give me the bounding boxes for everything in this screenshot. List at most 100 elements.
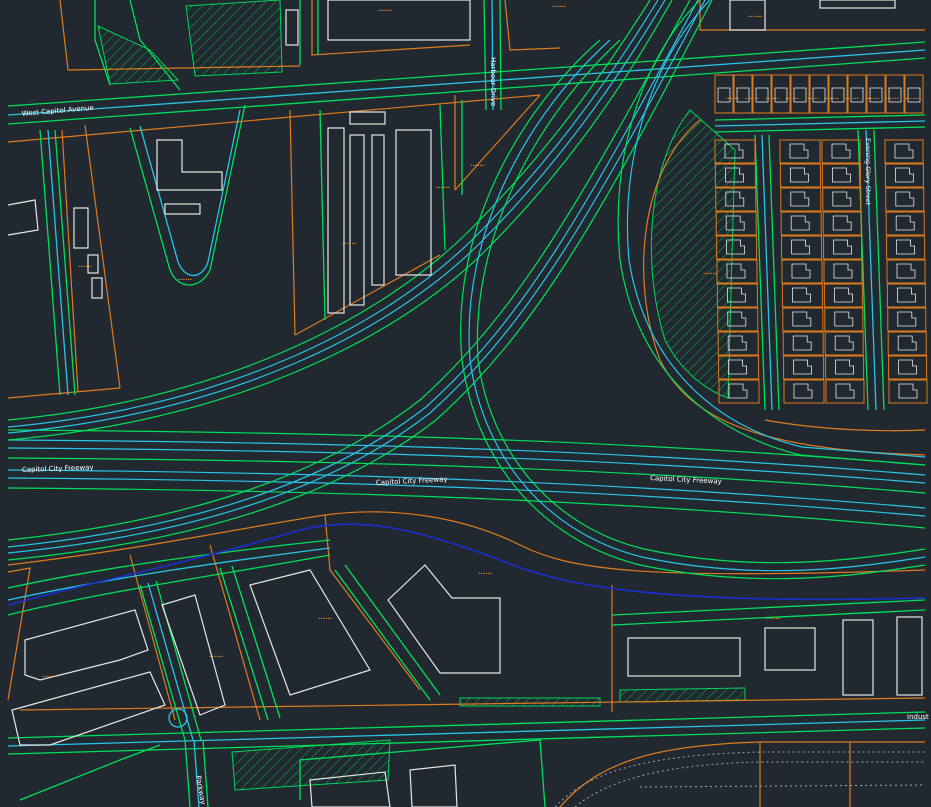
parcel-tag: ••••••	[478, 571, 492, 576]
freeway-edge-south	[7, 487, 926, 529]
building-sw-1	[24, 609, 149, 681]
building-s-3	[387, 564, 501, 674]
building-se-3	[842, 619, 874, 696]
res-lot	[825, 355, 865, 380]
house	[895, 167, 914, 183]
parcel-tag: ••••••	[885, 96, 899, 101]
house	[898, 383, 918, 399]
parcel-tag: ••••••	[825, 96, 839, 101]
freeway-layer	[7, 0, 926, 580]
res-lot	[783, 355, 825, 380]
house	[833, 239, 852, 255]
open-space-south-strip-2	[619, 687, 746, 703]
house	[834, 335, 854, 351]
parcel-tag: ••••••	[865, 96, 879, 101]
house	[792, 311, 812, 327]
parcel-tag: ••••••	[42, 674, 56, 679]
parcel-tag: ••••••	[342, 241, 356, 246]
res-lot	[779, 163, 821, 188]
house	[895, 191, 915, 207]
nw-driveway-edge-2	[439, 104, 446, 251]
parcel-line-north-5	[289, 109, 296, 336]
house	[793, 383, 813, 399]
nw-street-edge-1	[39, 129, 61, 396]
residential-lots-layer	[714, 74, 928, 404]
rail-track-3	[639, 784, 926, 788]
parcel-tag: ••••••	[378, 8, 392, 13]
building-nw-3	[73, 207, 89, 249]
parcel-tag: ••••••	[436, 185, 450, 190]
building-nw-1	[156, 139, 223, 191]
res-lot	[781, 235, 823, 260]
house	[896, 263, 916, 279]
parcel-line-north-4	[7, 387, 121, 399]
house	[832, 215, 852, 231]
res-lot	[783, 379, 825, 404]
house	[791, 263, 811, 279]
house	[835, 359, 854, 375]
parcel-tag: ••••••	[725, 96, 739, 101]
rail-layer	[554, 751, 926, 807]
res-lot	[824, 331, 864, 356]
freeway-lane-2	[7, 447, 926, 484]
building-n-2	[285, 9, 299, 46]
parcel-tag: ••••••	[318, 616, 332, 621]
building-s-2	[249, 569, 371, 696]
res-lot	[779, 139, 821, 164]
open-space-north	[185, 0, 283, 77]
house	[793, 359, 812, 375]
building-warehouse-3	[371, 134, 385, 286]
res-lot	[822, 187, 862, 212]
parcel-tag: ••••••	[766, 616, 780, 621]
south-diag-street-edge-3	[219, 567, 269, 721]
house	[896, 239, 915, 255]
house	[791, 239, 810, 255]
parcel-line-south-1	[7, 511, 926, 575]
parkway-edge-1	[184, 739, 191, 807]
building-warehouse-1	[327, 127, 345, 314]
harbour-drive-edge-west	[483, 0, 487, 111]
open-space-hatch-layer	[97, 0, 746, 791]
res-lot	[886, 259, 926, 284]
house	[792, 287, 811, 303]
house	[895, 215, 915, 231]
building-warehouse-5	[349, 111, 386, 125]
res-lot	[821, 139, 861, 164]
house	[897, 335, 917, 351]
nw-driveway-edge-1	[319, 109, 326, 321]
res-lot	[824, 307, 864, 332]
label-west-capitol-avenue: West Capitol Avenue	[21, 104, 94, 118]
parcel-line-north-12	[699, 0, 925, 31]
building-warehouse-2	[349, 134, 365, 306]
parcel-tag: ••••••	[748, 14, 762, 19]
res-lot	[782, 307, 824, 332]
building-nw-6	[7, 199, 39, 236]
parcel-tag: ••••••	[785, 96, 799, 101]
building-se-2	[764, 627, 816, 671]
house	[792, 335, 812, 351]
res-lot	[781, 259, 823, 284]
res-lot	[781, 283, 823, 308]
res-lot	[884, 139, 924, 164]
house	[790, 167, 809, 183]
cad-map-canvas[interactable]: •••••• •••••• •••••• •••••• •••••• •••••• ••••…	[0, 0, 931, 807]
res-lot	[886, 283, 926, 308]
res-street-row-north-edge	[714, 114, 926, 121]
parcel-tag: ••••••	[209, 654, 223, 659]
res-lot	[887, 307, 927, 332]
parcel-tag: ••••••	[178, 277, 192, 282]
south-diag-street-edge-6	[344, 564, 441, 696]
res-lot	[825, 379, 865, 404]
building-se-1	[627, 637, 741, 677]
nw-curve-road-edge-1	[129, 104, 246, 286]
parcel-tag: ••••••	[905, 96, 919, 101]
label-evening-glory-street: Evening Glory Street	[864, 138, 872, 206]
building-ne-1	[819, 0, 896, 9]
house	[832, 167, 851, 183]
res-lot	[780, 187, 822, 212]
res-lot	[887, 331, 927, 356]
parcel-tag: ••••••	[805, 96, 819, 101]
res-lot	[822, 211, 862, 236]
south-street-row-edge-1	[7, 554, 331, 616]
res-street-row-north-edge-2	[714, 126, 926, 133]
